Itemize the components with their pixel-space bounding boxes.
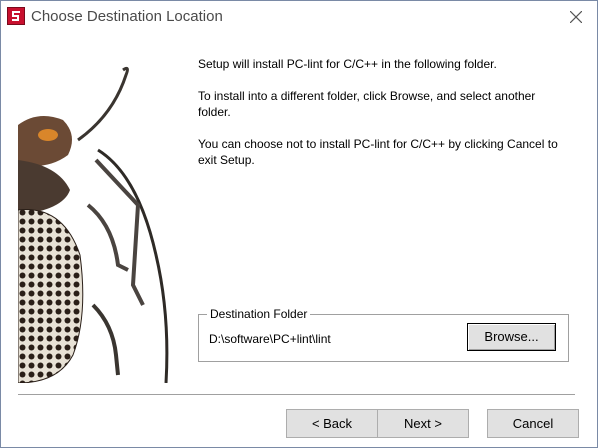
next-button[interactable]: Next > (377, 409, 469, 438)
close-icon (570, 11, 582, 23)
destination-folder-legend: Destination Folder (207, 307, 311, 321)
separator (18, 394, 575, 396)
browse-instructions-text: To install into a different folder, clic… (198, 89, 536, 119)
browse-button[interactable]: Browse... (467, 323, 556, 351)
setup-app-icon (7, 7, 25, 25)
cancel-instructions-text: You can choose not to install PC-lint fo… (198, 137, 558, 167)
longhorn-beetle-illustration (18, 66, 169, 383)
destination-path: D:\software\PC+lint\lint (209, 332, 331, 346)
window-title: Choose Destination Location (31, 8, 223, 25)
cancel-button[interactable]: Cancel (487, 409, 579, 438)
back-button[interactable]: < Back (286, 409, 378, 438)
close-button[interactable] (559, 5, 593, 29)
title-bar[interactable]: Choose Destination Location (1, 1, 597, 33)
install-info-text: Setup will install PC-lint for C/C++ in … (198, 57, 497, 71)
setup-dialog: Choose Destination Location Setup will i… (0, 0, 598, 448)
wizard-side-image (18, 55, 179, 383)
